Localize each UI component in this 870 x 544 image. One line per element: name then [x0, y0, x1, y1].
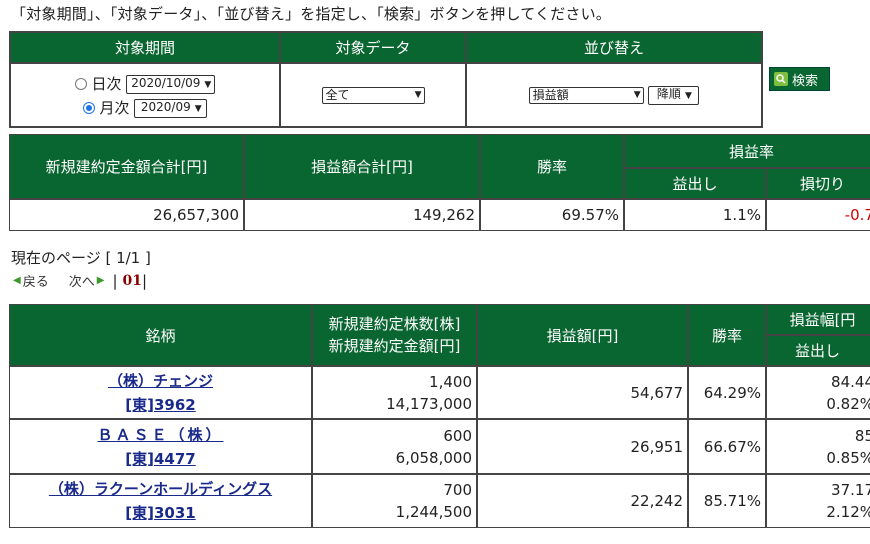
- search-icon: [774, 72, 788, 86]
- sort-select[interactable]: 損益額 ▼: [528, 86, 644, 104]
- monthly-date-select[interactable]: 2020/09 ▼: [134, 98, 208, 118]
- table-row: （株）チェンジ [東]3962 1,400 14,173,000 54,677 …: [9, 366, 870, 419]
- win-rate-value: 64.29%: [688, 366, 766, 419]
- period-header: 対象期間: [10, 32, 280, 63]
- win-rate-value: 85.71%: [688, 474, 766, 528]
- win-rate-header: 勝率: [480, 134, 624, 199]
- monthly-radio[interactable]: [82, 102, 95, 114]
- win-rate-value: 69.57%: [480, 199, 624, 231]
- loss-value: -0.7: [766, 199, 870, 231]
- profit-yen-value: 84.44: [831, 372, 870, 391]
- profit-yen-value: 85: [854, 426, 870, 445]
- pl-rate-header: 損益率: [624, 134, 870, 168]
- summary-table: 新規建約定金額合計[円] 損益額合計[円] 勝率 損益率 益出し 損切り 26,…: [9, 134, 870, 231]
- profit-pct-value: 2.12%: [826, 503, 870, 521]
- data-select[interactable]: 全て ▼: [321, 87, 425, 104]
- shares-value: 700: [443, 481, 472, 499]
- next-arrow-icon: ▶: [96, 275, 105, 286]
- stock-code-link[interactable]: [東]3031: [125, 504, 195, 522]
- profit-value: 1.1%: [624, 199, 766, 231]
- profit-pct-value: 0.82%: [826, 394, 870, 413]
- pagination: ◀ 戻る 次へ ▶ | 01 |: [13, 271, 148, 291]
- daily-date-select[interactable]: 2020/10/09 ▼: [126, 74, 216, 94]
- profit-pct-value: 0.85%: [826, 448, 870, 467]
- chevron-down-icon: ▼: [194, 103, 202, 114]
- table-row: （株）ラクーンホールディングス [東]3031 700 1,244,500 22…: [9, 474, 870, 528]
- pl-value: 26,951: [477, 419, 688, 474]
- page-separator: |: [112, 271, 118, 290]
- total-amount-value: 26,657,300: [9, 199, 244, 231]
- shares-value: 1,400: [429, 372, 472, 391]
- stocks-table: 銘柄 新規建約定株数[株] 新規建約定金額[円] 損益額[円] 勝率 損益幅[円…: [9, 304, 870, 528]
- pl-value: 54,677: [477, 366, 688, 419]
- prev-link[interactable]: 戻る: [23, 271, 49, 290]
- pl-header: 損益額[円]: [477, 304, 688, 366]
- stock-code-link[interactable]: [東]3962: [125, 396, 195, 414]
- stock-name-link[interactable]: （株）チェンジ: [108, 372, 213, 390]
- monthly-label: 月次: [99, 98, 130, 117]
- chevron-down-icon: ▼: [684, 90, 692, 101]
- pl-width-header: 損益幅[円: [766, 304, 870, 335]
- stock-code-link[interactable]: [東]4477: [125, 450, 195, 468]
- chevron-down-icon: ▼: [414, 90, 422, 100]
- page-separator: |: [141, 271, 148, 290]
- total-pl-value: 149,262: [244, 199, 480, 231]
- profit-header: 益出し: [624, 168, 766, 199]
- stock-name-header: 銘柄: [9, 304, 312, 366]
- sort-header: 並び替え: [466, 32, 762, 63]
- amount-value: 1,244,500: [395, 503, 472, 521]
- chevron-down-icon: ▼: [633, 89, 641, 100]
- amount-header: 新規建約定金額[円]: [328, 337, 461, 355]
- search-button[interactable]: 検索: [769, 67, 830, 91]
- profit-yen-value: 37.17: [831, 481, 870, 499]
- amount-value: 6,058,000: [395, 448, 472, 467]
- prev-arrow-icon: ◀: [13, 275, 21, 286]
- loss-header: 損切り: [766, 168, 870, 199]
- total-pl-header: 損益額合計[円]: [244, 134, 480, 199]
- daily-label: 日次: [91, 74, 122, 93]
- shares-header: 新規建約定株数[株]: [328, 315, 461, 333]
- page-link-01[interactable]: 01: [123, 273, 142, 289]
- shares-value: 600: [443, 426, 472, 445]
- profit-header: 益出し: [766, 335, 870, 366]
- next-link[interactable]: 次へ: [69, 271, 95, 290]
- order-select[interactable]: 降順 ▼: [648, 85, 700, 105]
- stock-name-link[interactable]: （株）ラクーンホールディングス: [49, 480, 272, 498]
- shares-amount-header: 新規建約定株数[株] 新規建約定金額[円]: [312, 304, 477, 366]
- search-button-label: 検索: [792, 73, 819, 89]
- amount-value: 14,173,000: [386, 394, 472, 413]
- win-rate-header: 勝率: [688, 304, 766, 366]
- stock-name-link[interactable]: ＢＡＳＥ（株）: [97, 426, 223, 444]
- page-info: 現在のページ [ 1/1 ]: [11, 249, 151, 267]
- daily-radio[interactable]: [74, 78, 87, 90]
- win-rate-value: 66.67%: [688, 419, 766, 474]
- pl-value: 22,242: [477, 474, 688, 528]
- data-header: 対象データ: [280, 32, 466, 63]
- total-amount-header: 新規建約定金額合計[円]: [9, 134, 244, 199]
- instruction-text: 「対象期間」、「対象データ」、「並び替え」を指定し、「検索」ボタンを押してくださ…: [11, 5, 612, 23]
- chevron-down-icon: ▼: [204, 79, 212, 90]
- search-criteria-table: 対象期間 対象データ 並び替え 日次 2020/10/09 ▼ 月次 2020/0…: [9, 31, 763, 128]
- table-row: ＢＡＳＥ（株） [東]4477 600 6,058,000 26,951 66.…: [9, 419, 870, 474]
